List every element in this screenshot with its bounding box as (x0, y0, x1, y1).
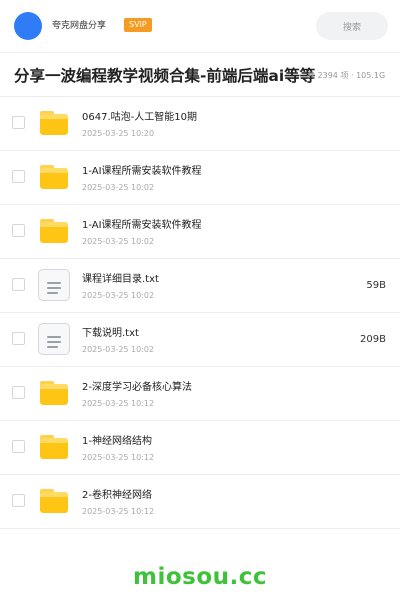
file-name: 1-神经网络结构 (82, 436, 152, 447)
site-watermark: miosou.cc (132, 564, 268, 590)
row-checkbox[interactable] (12, 332, 25, 345)
file-size: 209B (360, 334, 386, 345)
file-row[interactable]: 0647.咕泡-人工智能10期 2025-03-25 10:20 (0, 97, 400, 151)
file-date: 2025-03-25 10:02 (82, 291, 155, 300)
row-checkbox[interactable] (12, 386, 25, 399)
header-bar: 夸克网盘分享 SVIP 搜索 (0, 0, 400, 52)
file-name: 课程详细目录.txt (82, 274, 159, 285)
file-name: 2-深度学习必备核心算法 (82, 382, 192, 393)
folder-icon (38, 215, 70, 247)
file-name: 0647.咕泡-人工智能10期 (82, 112, 197, 123)
row-checkbox[interactable] (12, 170, 25, 183)
file-name: 下载说明.txt (82, 328, 139, 339)
file-date: 2025-03-25 10:20 (82, 129, 155, 138)
text-file-icon (38, 269, 70, 301)
file-date: 2025-03-25 10:02 (82, 345, 155, 354)
row-checkbox[interactable] (12, 440, 25, 453)
file-row[interactable]: 1-AI课程所需安装软件教程 2025-03-25 10:02 (0, 205, 400, 259)
file-date: 2025-03-25 10:12 (82, 507, 155, 516)
row-checkbox[interactable] (12, 116, 25, 129)
file-name: 1-AI课程所需安装软件教程 (82, 220, 202, 231)
avatar[interactable] (14, 12, 42, 40)
file-date: 2025-03-25 10:12 (82, 453, 155, 462)
folder-icon (38, 431, 70, 463)
text-file-icon (38, 323, 70, 355)
file-row[interactable]: 课程详细目录.txt 2025-03-25 10:02 59B (0, 259, 400, 313)
file-name: 2-卷积神经网络 (82, 490, 152, 501)
row-checkbox[interactable] (12, 494, 25, 507)
search-placeholder: 搜索 (342, 22, 361, 33)
file-size: 59B (366, 280, 386, 291)
sharer-name: 夸克网盘分享 (52, 21, 107, 31)
file-row[interactable]: 下载说明.txt 2025-03-25 10:02 209B (0, 313, 400, 367)
file-date: 2025-03-25 10:02 (82, 237, 155, 246)
file-name: 1-AI课程所需安装软件教程 (82, 166, 202, 177)
share-meta: 共 2394 项 · 105.1G (307, 71, 386, 80)
file-date: 2025-03-25 10:02 (82, 183, 155, 192)
file-row[interactable]: 1-AI课程所需安装软件教程 2025-03-25 10:02 (0, 151, 400, 205)
search-box[interactable]: 搜索 (316, 12, 388, 40)
folder-icon (38, 107, 70, 139)
row-checkbox[interactable] (12, 224, 25, 237)
folder-icon (38, 377, 70, 409)
file-row[interactable]: 2-卷积神经网络 2025-03-25 10:12 (0, 475, 400, 529)
row-checkbox[interactable] (12, 278, 25, 291)
file-list: 0647.咕泡-人工智能10期 2025-03-25 10:20 1-AI课程所… (0, 97, 400, 529)
file-row[interactable]: 1-神经网络结构 2025-03-25 10:12 (0, 421, 400, 475)
folder-icon (38, 161, 70, 193)
file-date: 2025-03-25 10:12 (82, 399, 155, 408)
share-title: 分享一波编程教学视频合集-前端后端ai等等 (14, 67, 316, 85)
svip-badge: SVIP (124, 18, 152, 32)
file-row[interactable]: 2-深度学习必备核心算法 2025-03-25 10:12 (0, 367, 400, 421)
header-divider (0, 52, 400, 53)
folder-icon (38, 485, 70, 517)
